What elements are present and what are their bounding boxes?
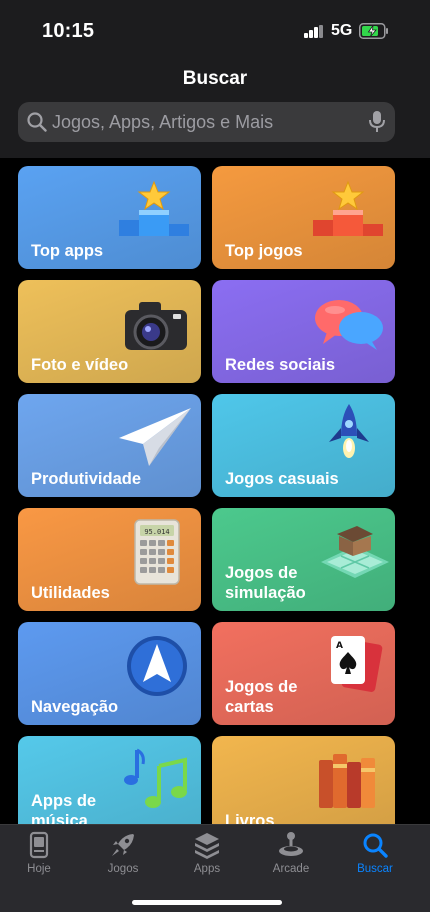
- tab-search[interactable]: Buscar: [340, 831, 410, 881]
- tab-arcade[interactable]: Arcade: [256, 831, 326, 881]
- search-field[interactable]: Jogos, Apps, Artigos e Mais: [18, 102, 395, 142]
- category-tile-productivity[interactable]: Produtividade: [18, 394, 201, 497]
- podium-icon: [119, 180, 189, 236]
- cellular-signal-icon: [304, 25, 324, 38]
- tab-label: Jogos: [107, 863, 139, 875]
- svg-text:A: A: [336, 641, 343, 651]
- speech-bubbles-icon: [315, 300, 383, 350]
- tab-label: Apps: [193, 863, 221, 875]
- category-label: Top jogos: [225, 242, 303, 260]
- clock: 10:15: [42, 20, 95, 42]
- category-label: Apps de música: [31, 792, 97, 824]
- category-tile-navigation[interactable]: Navegação: [18, 622, 201, 725]
- header: Buscar Jogos, Apps, Artigos e Mais: [0, 60, 430, 158]
- rocket-icon: [112, 834, 134, 856]
- tab-today[interactable]: Hoje: [4, 831, 74, 881]
- category-label: Jogos de cartas: [225, 678, 298, 716]
- compass-arrow-icon: [127, 636, 187, 696]
- category-tile-casual-games[interactable]: Jogos casuais: [212, 394, 395, 497]
- category-label: Navegação: [31, 698, 119, 716]
- category-tile-top-games[interactable]: Top jogos: [212, 166, 395, 269]
- tab-label: Hoje: [27, 863, 51, 875]
- network-type: 5G: [331, 22, 353, 39]
- tab-bar: Hoje Jogos Apps Arcade Buscar: [0, 824, 430, 912]
- category-tile-utilities[interactable]: 95.014 Utilidades: [18, 508, 201, 611]
- calculator-display: 95.014: [144, 528, 169, 536]
- stack-icon: [195, 833, 219, 859]
- search-icon: [27, 112, 47, 132]
- category-tile-top-apps[interactable]: Top apps: [18, 166, 201, 269]
- status-bar: 10:15 5G: [0, 0, 430, 60]
- home-indicator: [132, 900, 282, 905]
- category-label: Produtividade: [31, 470, 142, 488]
- category-tile-card-games[interactable]: A Jogos de cartas: [212, 622, 395, 725]
- category-label: Livros: [225, 812, 275, 824]
- today-icon: [29, 831, 49, 859]
- paper-plane-icon: [119, 408, 191, 466]
- microphone-icon[interactable]: [368, 110, 386, 134]
- tab-apps[interactable]: Apps: [172, 831, 242, 881]
- category-label: Redes sociais: [225, 356, 336, 374]
- tab-games[interactable]: Jogos: [88, 831, 158, 881]
- category-label: Jogos de simulação: [225, 564, 306, 602]
- search-icon: [363, 833, 388, 858]
- category-tile-simulation-games[interactable]: Jogos de simulação: [212, 508, 395, 611]
- category-tile-music[interactable]: Apps de música: [18, 736, 201, 824]
- rocket-icon: [329, 404, 369, 458]
- category-label: Foto e vídeo: [31, 356, 129, 374]
- tab-label: Buscar: [357, 863, 393, 875]
- category-tile-photo-video[interactable]: Foto e vídeo: [18, 280, 201, 383]
- page-title: Buscar: [182, 68, 248, 89]
- tab-label: Arcade: [272, 863, 310, 875]
- search-placeholder: Jogos, Apps, Artigos e Mais: [52, 112, 274, 132]
- category-label: Top apps: [31, 242, 104, 260]
- books-icon: [319, 754, 375, 808]
- category-grid: Top apps Top jogos Foto e vídeo Redes so…: [0, 158, 430, 824]
- category-tile-books[interactable]: Livros: [212, 736, 395, 824]
- camera-icon: [125, 302, 187, 350]
- category-label: Jogos casuais: [225, 470, 339, 488]
- battery-charging-icon: [359, 23, 388, 39]
- calculator-icon: 95.014: [134, 519, 180, 585]
- category-label: Utilidades: [31, 584, 110, 602]
- category-tile-social[interactable]: Redes sociais: [212, 280, 395, 383]
- podium-icon: [313, 180, 383, 236]
- joystick-icon: [279, 832, 303, 856]
